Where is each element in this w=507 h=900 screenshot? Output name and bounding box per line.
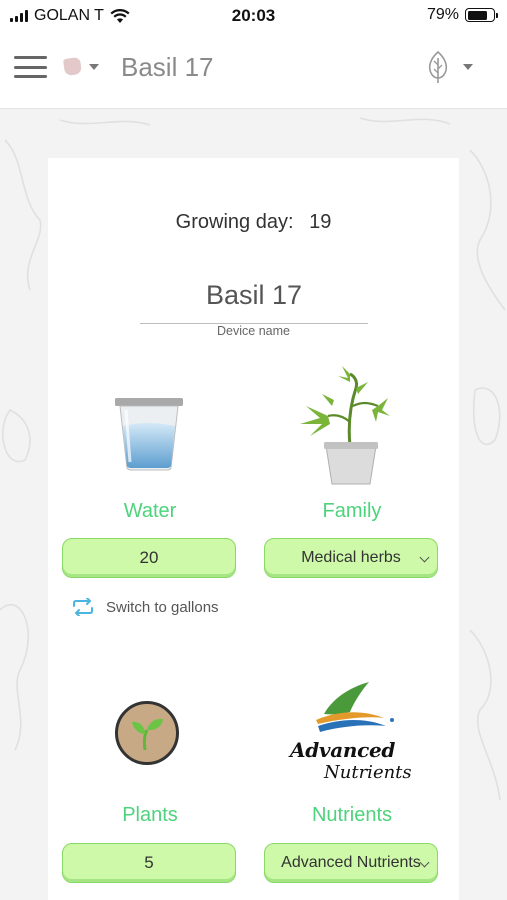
nutrients-logo-icon (316, 682, 394, 732)
caret-down-icon (89, 63, 99, 70)
family-select-value: Medical herbs (301, 549, 401, 566)
logo-text-line1: Advanced (290, 738, 396, 762)
device-card: Growing day: 19 Device name (48, 158, 459, 900)
page-title: Basil 17 (121, 52, 214, 82)
switch-units-button[interactable]: Switch to gallons (72, 598, 219, 616)
battery-icon (465, 8, 498, 22)
device-name-input[interactable] (140, 278, 368, 311)
family-label: Family (322, 500, 382, 522)
water-amount-field[interactable] (62, 538, 236, 578)
plants-label: Plants (122, 804, 178, 826)
growing-day: Growing day: 19 (48, 211, 459, 234)
family-select[interactable]: Medical herbs (264, 538, 438, 578)
app-header: Basil 17 (0, 32, 507, 109)
water-glass-icon (115, 398, 183, 471)
battery-percent: 79% (426, 6, 459, 23)
nutrients-label: Nutrients (311, 804, 393, 826)
pot-icon (62, 56, 83, 77)
plant-pot-icon (300, 366, 390, 485)
growing-day-label: Growing day: (175, 211, 294, 233)
plants-count-field[interactable] (62, 843, 236, 883)
nutrients-select[interactable]: Advanced Nutrients (264, 843, 438, 883)
plants-count-input[interactable] (63, 853, 235, 873)
logo-text-line2: Nutrients (324, 762, 412, 783)
growing-day-value: 19 (309, 211, 332, 233)
device-name-caption: Device name (217, 324, 290, 338)
hamburger-icon[interactable] (14, 56, 47, 78)
leaf-selector[interactable] (427, 50, 473, 84)
device-name-field[interactable] (140, 278, 368, 324)
battery-fill (467, 10, 488, 20)
swap-arrows-icon (73, 598, 93, 616)
leaf-icon (428, 50, 448, 83)
sprout-icon (115, 701, 179, 765)
status-bar: GOLAN T 20:03 79% (0, 0, 507, 32)
caret-down-icon (463, 64, 473, 70)
plant-selector[interactable] (62, 56, 99, 77)
chevron-down-icon (419, 552, 430, 563)
water-amount-input[interactable] (63, 548, 235, 568)
advanced-nutrients-logo: Advanced Nutrients (290, 680, 420, 790)
nutrients-select-value: Advanced Nutrients (281, 854, 421, 871)
switch-units-label: Switch to gallons (106, 598, 219, 616)
chevron-down-icon (419, 857, 430, 868)
battery-group: 79% (426, 6, 498, 24)
water-label: Water (123, 500, 177, 522)
